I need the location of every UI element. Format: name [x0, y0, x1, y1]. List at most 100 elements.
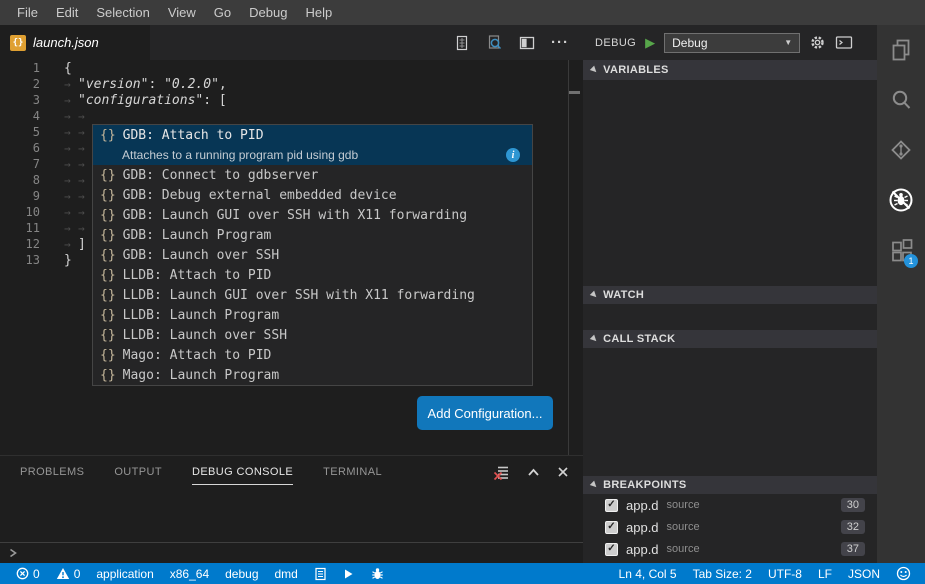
chevron-down-icon: ▼: [784, 38, 792, 47]
tab-title: launch.json: [33, 35, 99, 50]
debug-console-icon[interactable]: [835, 35, 853, 50]
status-debug-bug-icon[interactable]: [370, 567, 385, 581]
source-control-icon[interactable]: [877, 125, 925, 175]
snippet-icon: {}: [100, 368, 116, 383]
main-area: {} launch.json ···: [0, 25, 925, 563]
debug-sidebar: DEBUG ▶ Debug ▼ ▶ VARIABLES ▶: [583, 25, 877, 563]
code-line: 1{: [0, 60, 583, 76]
section-breakpoints[interactable]: ▶ BREAKPOINTS: [583, 476, 877, 494]
debug-console-input[interactable]: [0, 542, 583, 563]
close-panel-icon[interactable]: [557, 466, 569, 478]
suggest-item[interactable]: {}GDB: Launch GUI over SSH with X11 forw…: [93, 205, 532, 225]
menu-item-edit[interactable]: Edit: [47, 0, 87, 25]
tab-debug-console[interactable]: DEBUG CONSOLE: [192, 466, 293, 478]
twistie-icon: ▶: [589, 290, 599, 300]
suggest-item[interactable]: {}LLDB: Attach to PID: [93, 265, 532, 285]
section-variables[interactable]: ▶ VARIABLES: [583, 60, 877, 80]
suggest-item[interactable]: {}Mago: Launch Program: [93, 365, 532, 385]
menu-item-go[interactable]: Go: [205, 0, 240, 25]
indentation[interactable]: Tab Size: 2: [693, 567, 752, 581]
snippet-icon: {}: [100, 168, 116, 183]
warning-count[interactable]: 0: [56, 567, 81, 581]
encoding[interactable]: UTF-8: [768, 567, 802, 581]
status-arch[interactable]: x86_64: [170, 567, 209, 581]
breakpoint-checkbox[interactable]: ✓: [605, 499, 618, 512]
tab-problems[interactable]: PROBLEMS: [20, 466, 84, 478]
status-application[interactable]: application: [96, 567, 153, 581]
debug-console-output: [0, 488, 583, 542]
debug-view-title: DEBUG: [595, 37, 636, 49]
bottom-panel: PROBLEMS OUTPUT DEBUG CONSOLE TERMINAL: [0, 455, 583, 563]
breakpoint-checkbox[interactable]: ✓: [605, 521, 618, 534]
menu-item-debug[interactable]: Debug: [240, 0, 296, 25]
variables-body: [583, 80, 877, 286]
snippet-icon: {}: [100, 128, 116, 143]
extensions-badge: 1: [904, 254, 918, 268]
open-changes-icon[interactable]: [454, 35, 470, 51]
snippet-icon: {}: [100, 308, 116, 323]
breakpoint-line-badge: 37: [841, 542, 865, 556]
section-watch[interactable]: ▶ WATCH: [583, 286, 877, 304]
clear-console-icon[interactable]: [493, 464, 510, 481]
status-compiler[interactable]: dmd: [275, 567, 298, 581]
prompt-chevron-icon: [7, 546, 20, 560]
start-debugging-icon[interactable]: ▶: [645, 36, 655, 49]
tab-bar: {} launch.json ···: [0, 25, 583, 60]
status-run-icon[interactable]: [343, 568, 354, 580]
code-editor[interactable]: 1{ 2→"version": "0.2.0", 3→"configuratio…: [0, 60, 583, 455]
section-call-stack[interactable]: ▶ CALL STACK: [583, 330, 877, 348]
suggest-item[interactable]: {}LLDB: Launch GUI over SSH with X11 for…: [93, 285, 532, 305]
suggest-item[interactable]: {}LLDB: Launch Program: [93, 305, 532, 325]
panel-tabs: PROBLEMS OUTPUT DEBUG CONSOLE TERMINAL: [0, 456, 583, 488]
breakpoint-row[interactable]: ✓ app.d source 32: [583, 516, 877, 538]
menu-item-selection[interactable]: Selection: [87, 0, 158, 25]
status-document-icon[interactable]: [314, 567, 327, 581]
configure-gear-icon[interactable]: [809, 34, 826, 51]
suggest-item[interactable]: {}GDB: Debug external embedded device: [93, 185, 532, 205]
snippet-icon: {}: [100, 188, 116, 203]
status-build-type[interactable]: debug: [225, 567, 258, 581]
menu-item-file[interactable]: File: [8, 0, 47, 25]
breakpoint-row[interactable]: ✓ app.d source 30: [583, 494, 877, 516]
explorer-icon[interactable]: [877, 25, 925, 75]
more-actions-icon[interactable]: ···: [551, 35, 569, 50]
tab-terminal[interactable]: TERMINAL: [323, 466, 382, 478]
status-bar: 0 0 application x86_64 debug dmd Ln 4, C…: [0, 563, 925, 584]
tab-output[interactable]: OUTPUT: [114, 466, 162, 478]
snippet-icon: {}: [100, 268, 116, 283]
suggest-item[interactable]: {}GDB: Connect to gdbserver: [93, 165, 532, 185]
error-count[interactable]: 0: [16, 567, 40, 581]
warning-icon: [56, 567, 70, 580]
language-mode[interactable]: JSON: [848, 567, 880, 581]
twistie-icon: ▶: [589, 480, 599, 490]
add-configuration-button[interactable]: Add Configuration...: [417, 396, 553, 430]
debug-configuration-dropdown[interactable]: Debug ▼: [664, 33, 800, 53]
editor-column: {} launch.json ···: [0, 25, 583, 563]
breakpoint-row[interactable]: ✓ app.d source 37: [583, 538, 877, 560]
suggest-item[interactable]: {}GDB: Launch over SSH: [93, 245, 532, 265]
open-preview-icon[interactable]: [486, 34, 503, 51]
search-icon[interactable]: [877, 75, 925, 125]
maximize-panel-icon[interactable]: [526, 466, 541, 479]
suggest-item[interactable]: {}GDB: Launch Program: [93, 225, 532, 245]
extensions-icon[interactable]: 1: [877, 225, 925, 275]
feedback-smiley-icon[interactable]: [896, 566, 911, 581]
snippet-icon: {}: [100, 228, 116, 243]
suggest-item[interactable]: {}Mago: Attach to PID: [93, 345, 532, 365]
info-icon[interactable]: i: [506, 148, 520, 162]
breakpoint-checkbox[interactable]: ✓: [605, 543, 618, 556]
snippet-icon: {}: [100, 248, 116, 263]
suggest-item-description: Attaches to a running program pid using …: [122, 148, 506, 162]
cursor-position[interactable]: Ln 4, Col 5: [619, 567, 677, 581]
split-editor-icon[interactable]: [519, 36, 535, 50]
suggest-item[interactable]: {}LLDB: Launch over SSH: [93, 325, 532, 345]
eol-sequence[interactable]: LF: [818, 567, 832, 581]
tab-launch-json[interactable]: {} launch.json: [0, 25, 150, 60]
debug-icon[interactable]: [877, 175, 925, 225]
call-stack-body: [583, 348, 877, 476]
menu-item-help[interactable]: Help: [296, 0, 341, 25]
menu-item-view[interactable]: View: [159, 0, 205, 25]
editor-actions: ···: [454, 25, 583, 60]
suggest-item-selected[interactable]: {} GDB: Attach to PID Attaches to a runn…: [93, 125, 532, 165]
json-file-icon: {}: [10, 35, 26, 51]
